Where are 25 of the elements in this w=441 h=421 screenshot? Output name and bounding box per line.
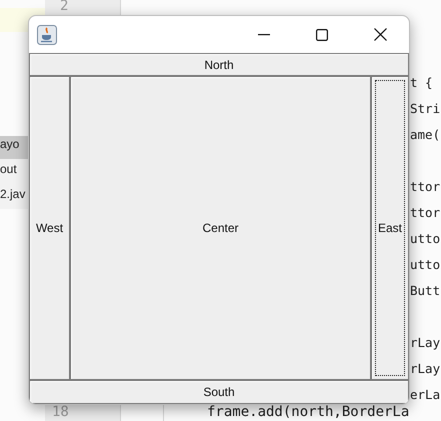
code-line: utto <box>410 256 440 274</box>
close-icon <box>374 28 386 41</box>
code-line: rLay <box>410 360 440 378</box>
code-line: erLa <box>410 386 440 404</box>
line-number: 18 <box>52 404 69 420</box>
layout-button[interactable]: Center <box>70 76 371 380</box>
code-line: ttor <box>410 178 440 196</box>
code-line: Stri <box>410 100 440 118</box>
code-line: t { <box>410 74 434 92</box>
maximize-icon <box>316 28 328 40</box>
layout-button[interactable]: West <box>29 76 70 380</box>
code-line: ame( <box>410 126 440 144</box>
code-line: ttor <box>410 204 440 222</box>
project-tree-item[interactable]: 2.jav <box>0 186 30 209</box>
code-line: frame.add(north,BorderLa <box>207 404 410 420</box>
layout-button[interactable]: East <box>371 76 409 380</box>
code-line: Butt <box>410 282 440 300</box>
java-cup-icon <box>37 24 57 44</box>
project-tree-item[interactable]: out <box>0 161 30 184</box>
project-tree-item[interactable]: ayo <box>0 136 30 159</box>
code-line: utto <box>410 230 440 248</box>
minimize-icon <box>258 34 270 36</box>
layout-button[interactable]: South <box>29 380 409 404</box>
layout-button[interactable]: North <box>29 53 409 76</box>
code-line: rLay <box>410 334 440 352</box>
